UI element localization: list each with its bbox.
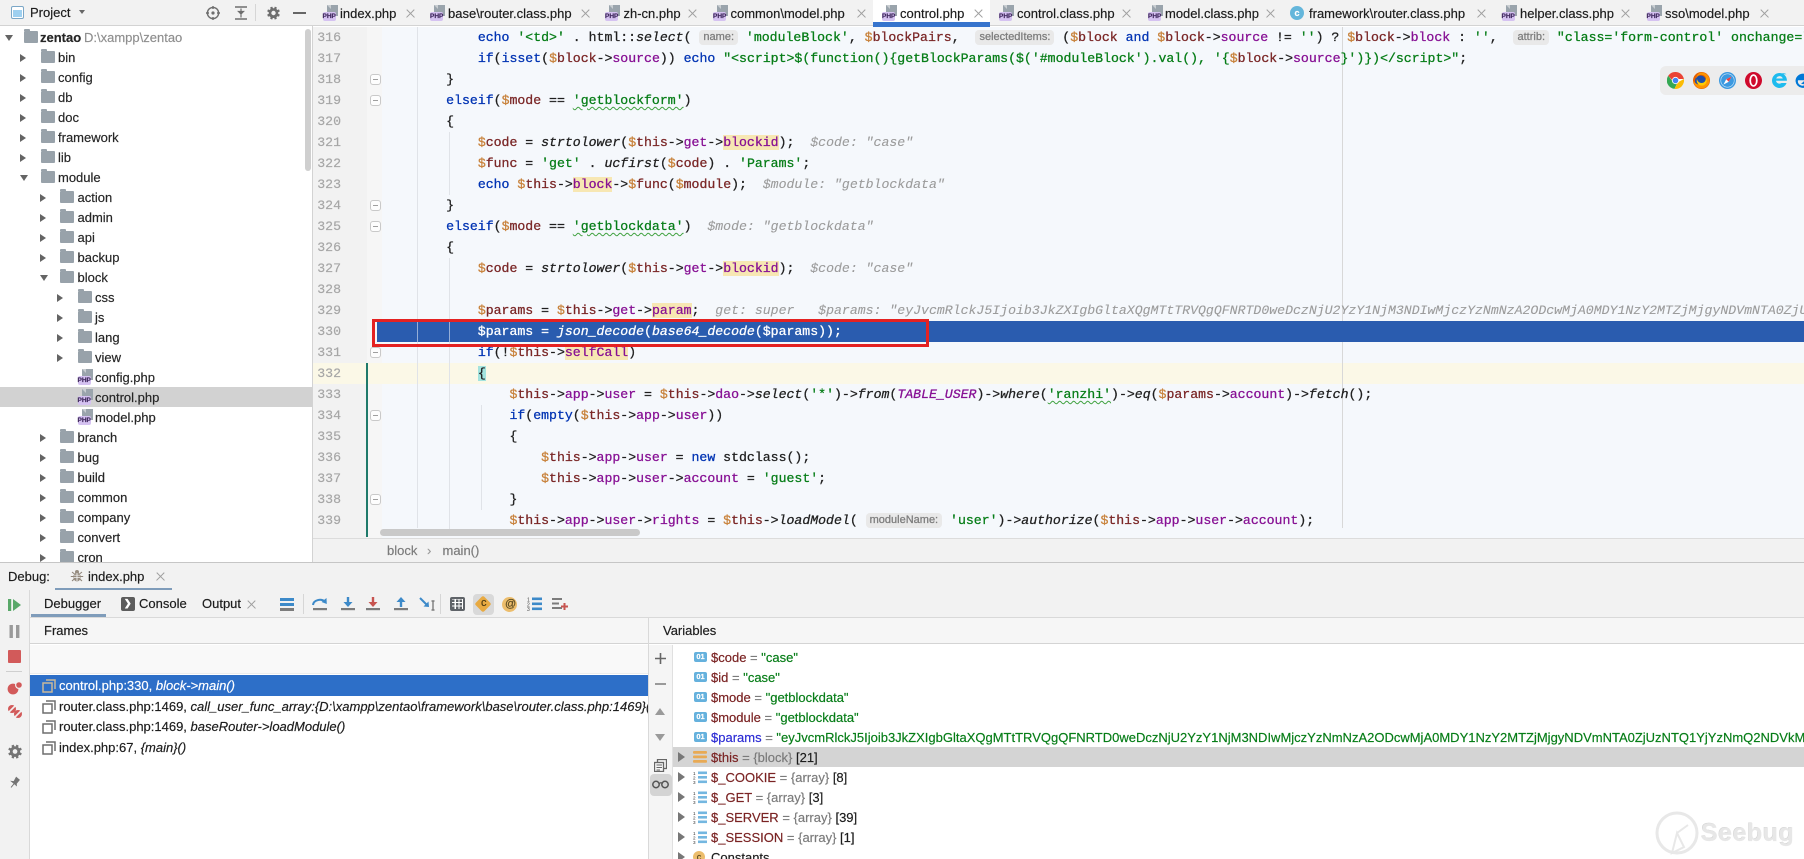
svg-text:3: 3	[693, 800, 696, 804]
svg-text:3: 3	[693, 840, 696, 844]
svg-text:3: 3	[693, 780, 696, 784]
svg-text:3: 3	[527, 607, 530, 611]
svg-text:3: 3	[693, 820, 696, 824]
